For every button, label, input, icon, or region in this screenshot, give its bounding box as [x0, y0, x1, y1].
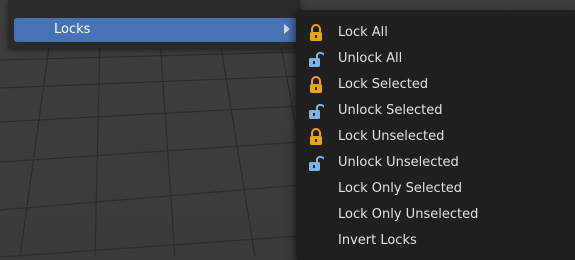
submenu-arrow-icon	[284, 24, 290, 34]
unlock-unselected-label: Unlock Unselected	[338, 155, 459, 170]
lock-all-item[interactable]: Lock All	[302, 20, 572, 46]
unlock-all-item[interactable]: Unlock All	[302, 46, 572, 72]
unlock-selected-label: Unlock Selected	[338, 103, 443, 118]
lock-open-icon	[309, 51, 324, 67]
unlock-unselected-item[interactable]: Unlock Unselected	[302, 150, 572, 176]
lock-selected-item[interactable]: Lock Selected	[302, 72, 572, 98]
lock-all-label: Lock All	[338, 25, 388, 40]
lock-unselected-item[interactable]: Lock Unselected	[302, 124, 572, 150]
lock-selected-label: Lock Selected	[338, 77, 429, 92]
invert-locks-item[interactable]: Invert Locks	[302, 228, 572, 254]
lock-open-icon	[309, 155, 324, 171]
lock-only-unselected-item[interactable]: Lock Only Unselected	[302, 202, 572, 228]
lock-open-icon	[309, 103, 324, 119]
lock-closed-icon	[310, 24, 322, 41]
lock-unselected-label: Lock Unselected	[338, 129, 445, 144]
unlock-selected-item[interactable]: Unlock Selected	[302, 98, 572, 124]
lock-only-unselected-label: Lock Only Unselected	[338, 207, 479, 222]
locks-menu-item[interactable]: Locks	[14, 18, 298, 42]
lock-closed-icon	[310, 76, 322, 93]
invert-locks-label: Invert Locks	[338, 233, 417, 248]
unlock-all-label: Unlock All	[338, 51, 403, 66]
lock-closed-icon	[310, 128, 322, 145]
locks-submenu: Lock All Unlock All Lock Selected Unlock…	[296, 10, 575, 260]
locks-menu-label: Locks	[54, 22, 91, 37]
lock-only-selected-label: Lock Only Selected	[338, 181, 463, 196]
lock-only-selected-item[interactable]: Lock Only Selected	[302, 176, 572, 202]
parent-context-menu: Locks	[8, 0, 300, 48]
